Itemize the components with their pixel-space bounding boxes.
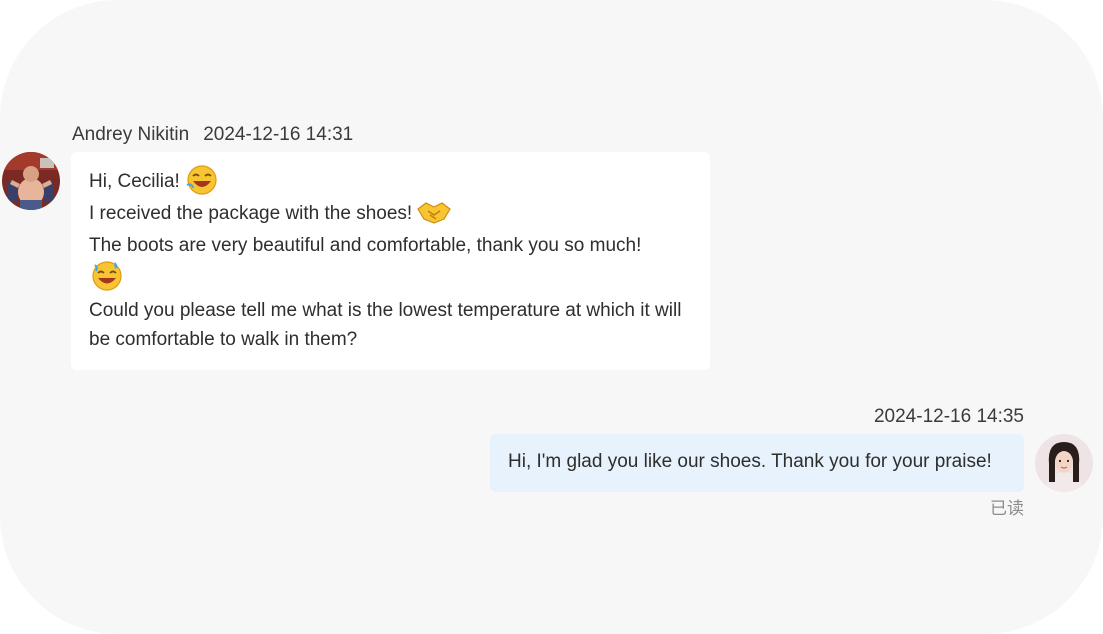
sender-name: Andrey Nikitin	[72, 124, 190, 145]
message-text: The boots are very beautiful and comfort…	[89, 235, 642, 256]
read-status-badge: 已读	[990, 499, 1024, 518]
message-text: I received the package with the shoes!	[89, 203, 413, 225]
agent-avatar-icon[interactable]	[1035, 434, 1093, 492]
message-timestamp: 2024-12-16 14:35	[873, 406, 1024, 427]
message-line: The boots are very beautiful and comfort…	[89, 230, 692, 261]
handshake-emoji-icon	[417, 202, 451, 224]
user-avatar-icon[interactable]	[2, 152, 60, 210]
sweat-smile-emoji-icon	[92, 261, 122, 291]
message-line: Could you please tell me what is the low…	[89, 296, 692, 354]
message-line: I received the package with the shoes!	[89, 198, 692, 230]
emoji-row	[89, 259, 692, 293]
message-text: Hi, I'm glad you like our shoes. Thank y…	[508, 451, 992, 472]
message-text: Hi, Cecilia!	[89, 171, 180, 193]
message-text: Could you please tell me what is the low…	[89, 300, 682, 350]
laughing-emoji-icon	[186, 165, 217, 195]
message-line: Hi, Cecilia!	[89, 165, 692, 198]
outgoing-message-bubble: Hi, I'm glad you like our shoes. Thank y…	[490, 434, 1024, 492]
incoming-message-header: Andrey Nikitin 2024-12-16 14:31	[72, 124, 353, 146]
chat-panel: Andrey Nikitin 2024-12-16 14:31 Hi, Cecil…	[0, 0, 1103, 634]
message-timestamp: 2024-12-16 14:31	[203, 124, 354, 145]
incoming-message-bubble: Hi, Cecilia! I received the package with…	[71, 152, 710, 370]
